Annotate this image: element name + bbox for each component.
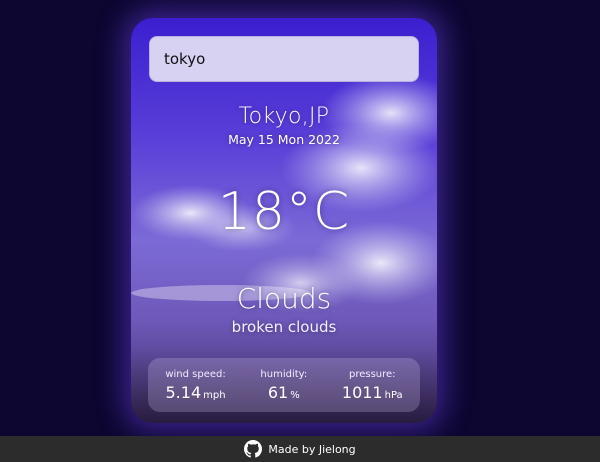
search-box[interactable]: [149, 36, 419, 82]
footer-credit: Made by Jielong: [268, 442, 356, 456]
pressure-value: 1011: [341, 382, 383, 402]
page-background: Tokyo,JP May 15 Mon 2022 18°C Clouds bro…: [0, 0, 600, 436]
humidity-value-row: 61%: [260, 383, 307, 402]
humidity-unit: %: [290, 389, 300, 401]
wind-speed-label: wind speed:: [165, 368, 226, 380]
wind-speed-stat: wind speed: 5.14 mph: [165, 369, 225, 402]
humidity-label: humidity:: [260, 368, 308, 380]
wind-speed-value: 5.14: [165, 382, 202, 402]
pressure-label: pressure:: [348, 368, 396, 380]
weather-stats-panel: wind speed: 5.14 mph humidity: 61% pressu…: [148, 358, 420, 412]
wind-speed-value-row: 5.14 mph: [165, 382, 226, 402]
humidity-stat: humidity: 61%: [260, 369, 307, 402]
weather-description: broken clouds: [231, 318, 337, 336]
location-label: Tokyo,JP: [238, 104, 330, 129]
github-link[interactable]: Made by Jielong: [244, 440, 356, 458]
pressure-value-row: 1011 hPa: [342, 383, 403, 402]
weather-card: Tokyo,JP May 15 Mon 2022 18°C Clouds bro…: [131, 18, 437, 423]
pressure-unit: hPa: [384, 389, 403, 401]
github-icon: [244, 440, 263, 458]
date-label: May 15 Mon 2022: [228, 132, 340, 147]
footer-bar: Made by Jielong: [0, 436, 600, 462]
pressure-stat: pressure: 1011 hPa: [342, 369, 403, 402]
wind-speed-unit: mph: [203, 389, 226, 401]
city-search-input[interactable]: [164, 50, 404, 68]
humidity-value: 61: [267, 382, 289, 402]
temperature-readout: 18°C: [217, 182, 351, 242]
weather-condition: Clouds: [236, 282, 332, 315]
